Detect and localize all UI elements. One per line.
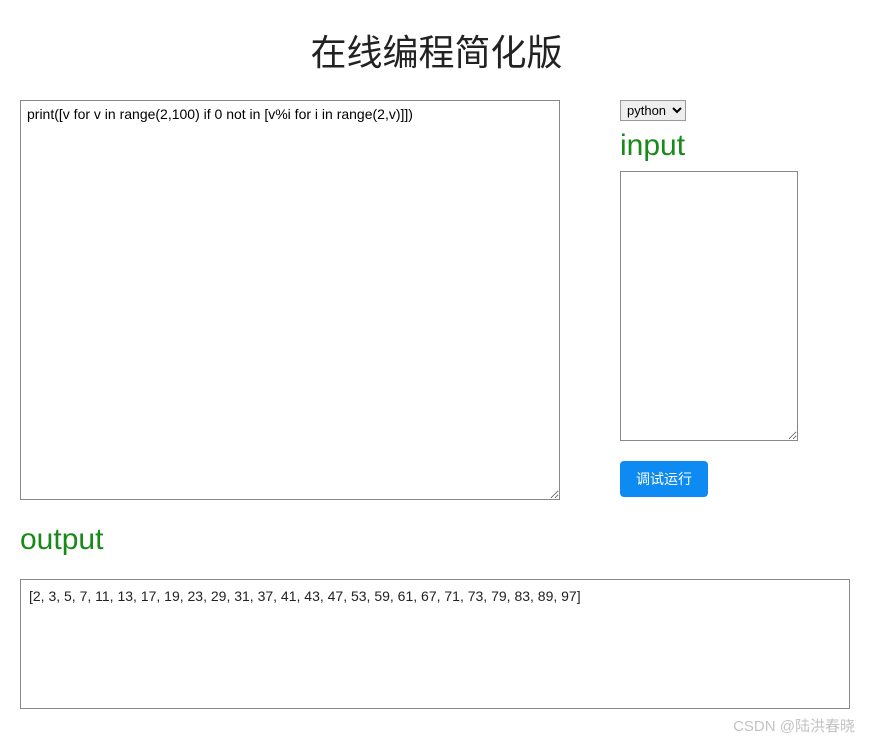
main-row: print([v for v in range(2,100) if 0 not … [20,100,853,505]
input-heading: input [620,129,853,163]
output-heading: output [20,523,853,557]
language-select[interactable]: python [620,100,686,121]
left-column: print([v for v in range(2,100) if 0 not … [20,100,560,505]
right-column: python input 调试运行 [620,100,853,497]
watermark: CSDN @陆洪春晓 [733,715,855,736]
page-title: 在线编程简化版 [20,24,853,76]
code-editor[interactable]: print([v for v in range(2,100) if 0 not … [20,100,560,500]
output-box: [2, 3, 5, 7, 11, 13, 17, 19, 23, 29, 31,… [20,579,850,709]
stdin-input[interactable] [620,171,798,441]
run-button[interactable]: 调试运行 [620,461,708,497]
